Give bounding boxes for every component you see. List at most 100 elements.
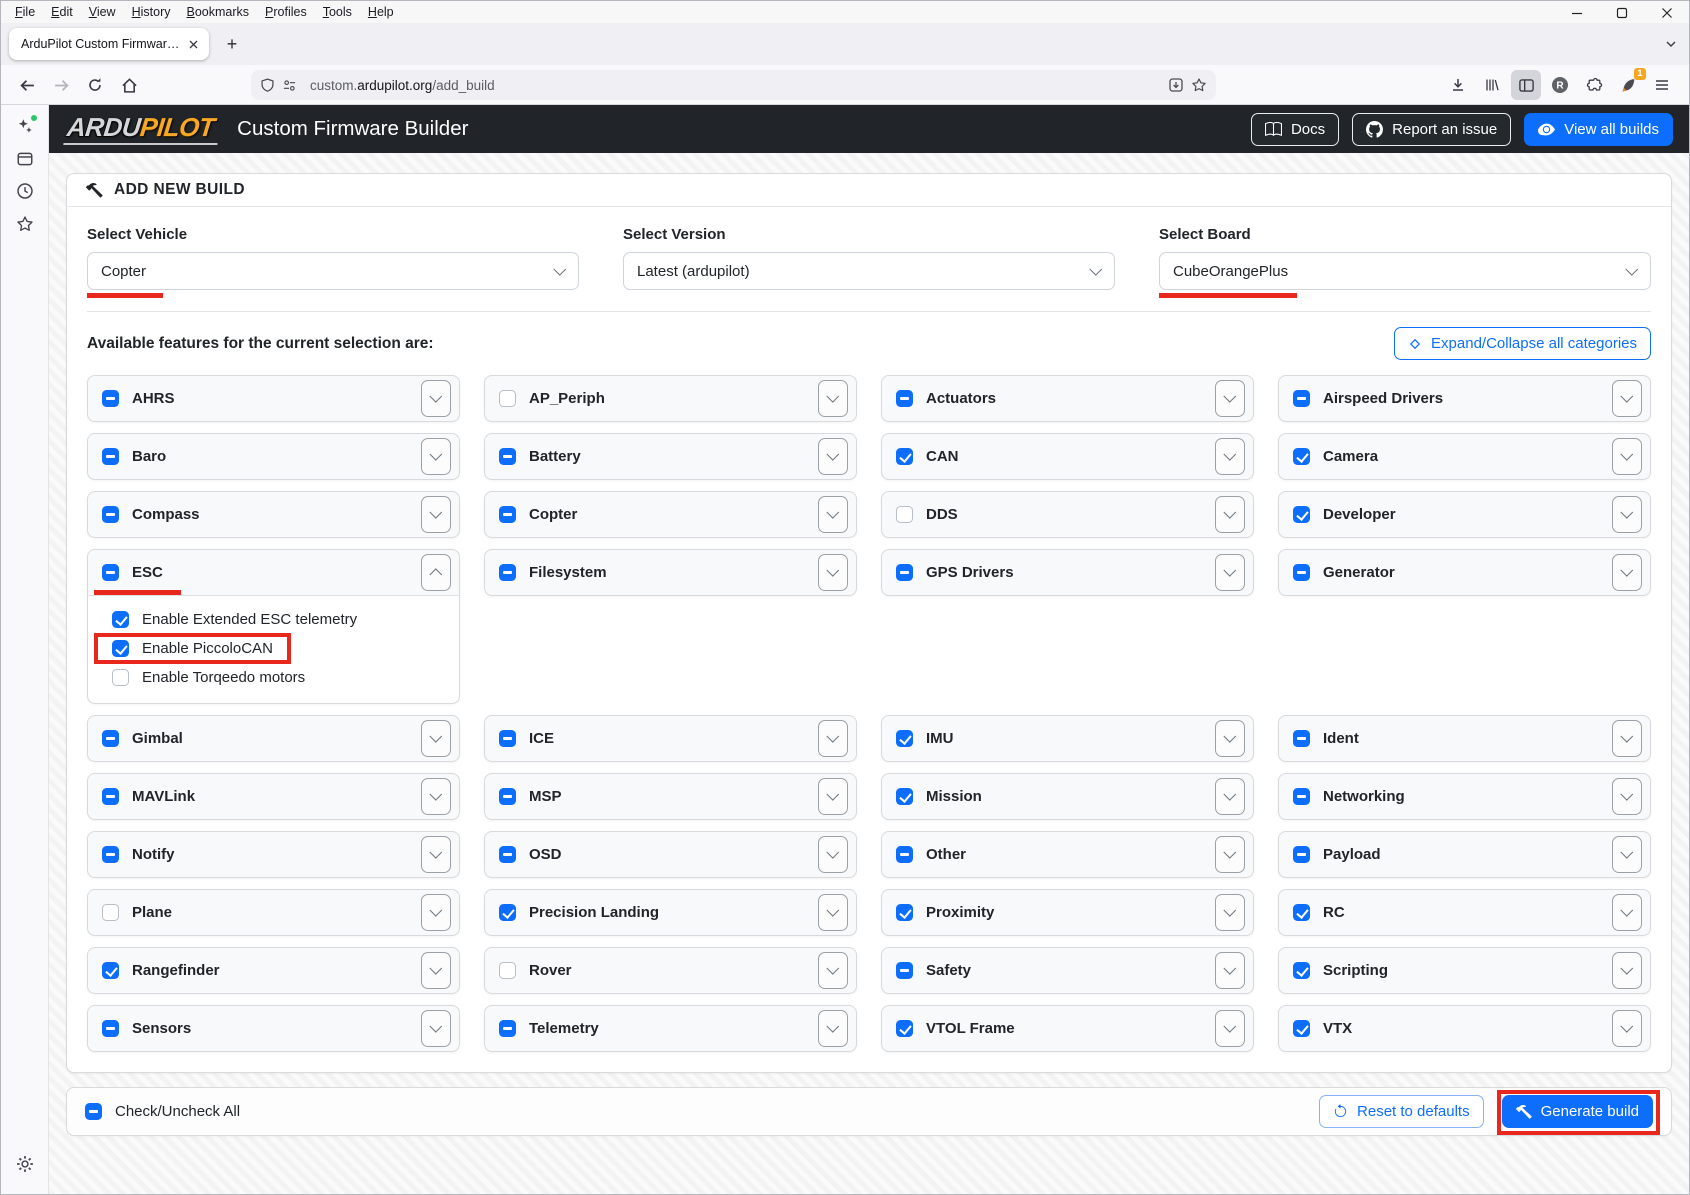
expand-category-button[interactable] bbox=[1215, 720, 1245, 757]
checkbox-unchecked[interactable] bbox=[499, 962, 516, 979]
generate-build-button[interactable]: Generate build bbox=[1502, 1095, 1653, 1128]
feature-option-enable-extended-esc-telemetry[interactable]: Enable Extended ESC telemetry bbox=[112, 607, 445, 632]
expand-category-button[interactable] bbox=[818, 778, 848, 815]
checkbox-indeterminate[interactable] bbox=[102, 788, 119, 805]
expand-category-button[interactable] bbox=[1215, 380, 1245, 417]
checkbox-indeterminate[interactable] bbox=[1293, 730, 1310, 747]
checkbox-indeterminate[interactable] bbox=[499, 1020, 516, 1037]
settings-gear-icon[interactable] bbox=[13, 1152, 37, 1176]
sidebar-toggle-icon[interactable] bbox=[1511, 70, 1541, 100]
checkbox-checked[interactable] bbox=[1293, 1020, 1310, 1037]
checkbox-unchecked[interactable] bbox=[499, 390, 516, 407]
feature-header[interactable]: Copter bbox=[485, 492, 856, 537]
expand-category-button[interactable] bbox=[1612, 554, 1642, 591]
maximize-button[interactable] bbox=[1599, 1, 1644, 25]
expand-category-button[interactable] bbox=[1215, 554, 1245, 591]
checkbox-indeterminate[interactable] bbox=[896, 846, 913, 863]
expand-category-button[interactable] bbox=[421, 438, 451, 475]
view-all-builds-button[interactable]: View all builds bbox=[1524, 113, 1673, 146]
checkbox-indeterminate[interactable] bbox=[896, 390, 913, 407]
checkbox-unchecked[interactable] bbox=[102, 904, 119, 921]
vehicle-select[interactable]: Copter bbox=[87, 252, 579, 290]
feature-header[interactable]: Ident bbox=[1279, 716, 1650, 761]
library-icon[interactable] bbox=[1477, 70, 1507, 100]
menu-edit[interactable]: Edit bbox=[43, 3, 81, 21]
feature-header[interactable]: Compass bbox=[88, 492, 459, 537]
permissions-icon[interactable] bbox=[282, 78, 297, 93]
tab-close-icon[interactable] bbox=[184, 35, 202, 53]
checkbox-unchecked[interactable] bbox=[896, 506, 913, 523]
checkbox-indeterminate[interactable] bbox=[499, 564, 516, 581]
feature-header[interactable]: Airspeed Drivers bbox=[1279, 376, 1650, 421]
checkbox-indeterminate[interactable] bbox=[499, 506, 516, 523]
feature-header[interactable]: MAVLink bbox=[88, 774, 459, 819]
expand-category-button[interactable] bbox=[818, 836, 848, 873]
expand-category-button[interactable] bbox=[818, 720, 848, 757]
feature-header[interactable]: GPS Drivers bbox=[882, 550, 1253, 595]
expand-category-button[interactable] bbox=[1612, 952, 1642, 989]
expand-collapse-button[interactable]: Expand/Collapse all categories bbox=[1394, 327, 1651, 360]
expand-category-button[interactable] bbox=[1612, 438, 1642, 475]
checkbox-indeterminate[interactable] bbox=[896, 564, 913, 581]
checkbox-indeterminate[interactable] bbox=[1293, 564, 1310, 581]
tab-list-icon[interactable] bbox=[1665, 38, 1677, 50]
feature-header[interactable]: Sensors bbox=[88, 1006, 459, 1051]
feature-header[interactable]: Payload bbox=[1279, 832, 1650, 877]
checkbox-checked[interactable] bbox=[1293, 904, 1310, 921]
expand-category-button[interactable] bbox=[1215, 952, 1245, 989]
hamburger-menu-icon[interactable] bbox=[1647, 70, 1677, 100]
bookmarks-star-icon[interactable] bbox=[13, 212, 37, 236]
bookmark-star-icon[interactable] bbox=[1191, 77, 1207, 93]
downloads-icon[interactable] bbox=[1443, 70, 1473, 100]
feature-header[interactable]: AHRS bbox=[88, 376, 459, 421]
feature-header[interactable]: Precision Landing bbox=[485, 890, 856, 935]
expand-category-button[interactable] bbox=[421, 720, 451, 757]
reset-defaults-button[interactable]: Reset to defaults bbox=[1319, 1095, 1484, 1128]
ardupilot-logo[interactable]: ARDUPILOT bbox=[63, 113, 221, 145]
back-icon[interactable] bbox=[15, 73, 39, 97]
expand-category-button[interactable] bbox=[1612, 836, 1642, 873]
feature-header[interactable]: Notify bbox=[88, 832, 459, 877]
checkbox-indeterminate[interactable] bbox=[499, 788, 516, 805]
expand-category-button[interactable] bbox=[1612, 496, 1642, 533]
checkbox-indeterminate[interactable] bbox=[499, 730, 516, 747]
check-uncheck-all[interactable]: Check/Uncheck All bbox=[85, 1103, 240, 1120]
expand-category-button[interactable] bbox=[1215, 1010, 1245, 1047]
feature-header[interactable]: AP_Periph bbox=[485, 376, 856, 421]
expand-category-button[interactable] bbox=[421, 1010, 451, 1047]
expand-category-button[interactable] bbox=[1612, 720, 1642, 757]
extensions-puzzle-icon[interactable] bbox=[1579, 70, 1609, 100]
feature-option-enable-piccolocan[interactable]: Enable PiccoloCAN bbox=[112, 636, 445, 661]
checkbox-checked[interactable] bbox=[896, 1020, 913, 1037]
menu-tools[interactable]: Tools bbox=[315, 3, 360, 21]
feature-header[interactable]: Scripting bbox=[1279, 948, 1650, 993]
checkbox-indeterminate[interactable] bbox=[102, 846, 119, 863]
feature-header[interactable]: VTOL Frame bbox=[882, 1006, 1253, 1051]
checkbox-checked[interactable] bbox=[896, 730, 913, 747]
checkbox-indeterminate[interactable] bbox=[102, 390, 119, 407]
menu-bookmarks[interactable]: Bookmarks bbox=[179, 3, 258, 21]
feature-header[interactable]: CAN bbox=[882, 434, 1253, 479]
version-select[interactable]: Latest (ardupilot) bbox=[623, 252, 1115, 290]
extension-fox-icon[interactable]: 1 bbox=[1613, 70, 1643, 100]
shield-icon[interactable] bbox=[260, 78, 275, 93]
report-issue-button[interactable]: Report an issue bbox=[1352, 113, 1511, 146]
feature-header[interactable]: Camera bbox=[1279, 434, 1650, 479]
feature-header[interactable]: Rangefinder bbox=[88, 948, 459, 993]
feature-header[interactable]: Proximity bbox=[882, 890, 1253, 935]
forward-icon[interactable] bbox=[49, 73, 73, 97]
expand-category-button[interactable] bbox=[818, 380, 848, 417]
url-bar[interactable]: custom.ardupilot.org/add_build bbox=[251, 70, 1216, 100]
feature-header[interactable]: Gimbal bbox=[88, 716, 459, 761]
feature-header[interactable]: ESC bbox=[88, 550, 459, 595]
feature-header[interactable]: VTX bbox=[1279, 1006, 1650, 1051]
checkbox-indeterminate[interactable] bbox=[102, 448, 119, 465]
checkbox-indeterminate[interactable] bbox=[102, 1020, 119, 1037]
feature-header[interactable]: ICE bbox=[485, 716, 856, 761]
minimize-button[interactable] bbox=[1554, 1, 1599, 25]
expand-category-button[interactable] bbox=[1215, 438, 1245, 475]
expand-category-button[interactable] bbox=[421, 496, 451, 533]
checkbox-checked[interactable] bbox=[1293, 448, 1310, 465]
checkbox-checked[interactable] bbox=[1293, 506, 1310, 523]
expand-category-button[interactable] bbox=[1215, 778, 1245, 815]
